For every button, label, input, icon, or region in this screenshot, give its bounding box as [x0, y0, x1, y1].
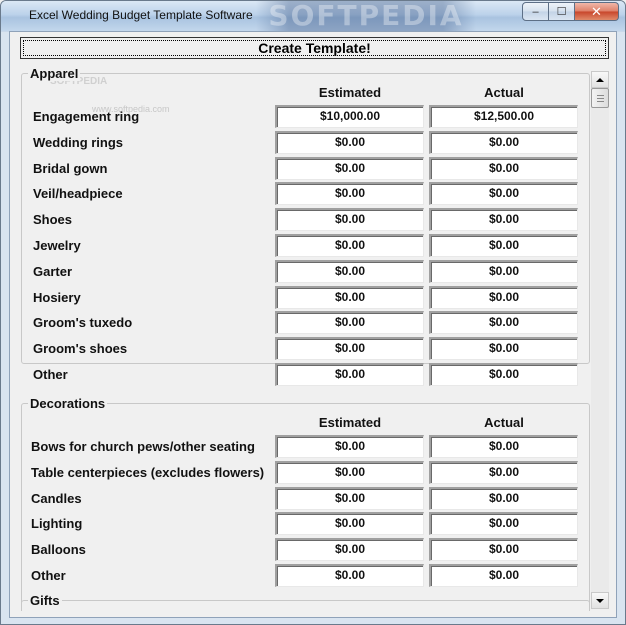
estimated-input[interactable]: $0.00 — [275, 311, 424, 335]
actual-input[interactable]: $0.00 — [429, 512, 578, 536]
window-title: Excel Wedding Budget Template Software — [29, 8, 253, 22]
row-label: Groom's shoes — [33, 341, 128, 357]
actual-input[interactable]: $0.00 — [429, 259, 578, 283]
estimated-input[interactable]: $0.00 — [275, 564, 424, 587]
estimated-input[interactable]: $0.00 — [275, 285, 424, 309]
row-label: Other — [33, 367, 68, 382]
actual-input[interactable]: $0.00 — [429, 538, 578, 562]
estimated-input[interactable]: $0.00 — [275, 182, 424, 206]
actual-column-header: Actual — [484, 85, 524, 100]
decorations-group: Decorations Estimated Actual Bows for ch… — [21, 396, 590, 611]
actual-input[interactable]: $0.00 — [429, 486, 578, 510]
estimated-input[interactable]: $0.00 — [275, 234, 424, 257]
actual-input[interactable]: $0.00 — [429, 156, 578, 180]
maximize-icon: ☐ — [556, 6, 567, 18]
estimated-column-header: Estimated — [318, 415, 382, 430]
decorations-group-title: Decorations — [28, 396, 108, 411]
apparel-group: Apparel Estimated Actual Engagement ring… — [21, 69, 590, 386]
estimated-input[interactable]: $0.00 — [275, 208, 424, 232]
row-label: Shoes — [33, 212, 73, 228]
actual-input[interactable]: $0.00 — [429, 208, 578, 232]
estimated-input[interactable]: $0.00 — [275, 512, 424, 536]
actual-input[interactable]: $0.00 — [429, 285, 578, 309]
minimize-icon: – — [532, 5, 539, 18]
estimated-input[interactable]: $0.00 — [275, 259, 424, 283]
softpedia-watermark: SOFTPEDIA — [256, 1, 476, 31]
actual-input[interactable]: $0.00 — [429, 564, 578, 587]
form-scroll-area: Apparel Estimated Actual Engagement ring… — [19, 69, 611, 611]
minimize-button[interactable]: – — [522, 2, 549, 21]
grip-line-icon — [597, 95, 604, 96]
window-controls: – ☐ ✕ — [522, 2, 619, 21]
row-label: Hosiery — [33, 289, 81, 305]
row-label: Bows for church pews/other seating — [31, 439, 255, 454]
actual-input[interactable]: $0.00 — [429, 363, 578, 386]
actual-column-header: Actual — [484, 415, 524, 430]
grip-line-icon — [597, 98, 604, 99]
actual-input[interactable]: $12,500.00 — [429, 105, 578, 128]
scroll-down-button[interactable] — [591, 592, 609, 609]
grip-line-icon — [597, 101, 604, 102]
client-area: Create Template! SOFTPEDIA www.softpedia… — [9, 31, 617, 618]
estimated-column-header: Estimated — [318, 85, 382, 100]
estimated-input[interactable]: $0.00 — [275, 486, 424, 510]
row-label: Wedding rings — [33, 134, 124, 150]
actual-input[interactable]: $0.00 — [429, 234, 578, 257]
estimated-input[interactable]: $0.00 — [275, 435, 424, 458]
row-label: Balloons — [31, 542, 86, 558]
maximize-button[interactable]: ☐ — [549, 2, 575, 21]
estimated-input[interactable]: $0.00 — [275, 538, 424, 562]
apparel-group-title: Apparel — [28, 69, 81, 81]
actual-input[interactable]: $0.00 — [429, 182, 578, 206]
estimated-input[interactable]: $0.00 — [275, 156, 424, 180]
row-label: Garter — [33, 263, 73, 279]
close-button[interactable]: ✕ — [575, 2, 619, 21]
estimated-input[interactable]: $0.00 — [275, 460, 424, 484]
row-label: Groom's tuxedo — [33, 315, 133, 331]
create-template-button[interactable]: Create Template! — [20, 37, 609, 59]
row-label: Bridal gown — [33, 160, 108, 176]
estimated-input[interactable]: $0.00 — [275, 363, 424, 386]
vertical-scrollbar[interactable] — [591, 71, 609, 609]
title-bar[interactable]: Excel Wedding Budget Template Software S… — [1, 1, 625, 31]
row-label: Table centerpieces (excludes flowers) — [31, 464, 265, 480]
actual-input[interactable]: $0.00 — [429, 311, 578, 335]
close-icon: ✕ — [591, 3, 602, 19]
actual-input[interactable]: $0.00 — [429, 460, 578, 484]
actual-input[interactable]: $0.00 — [429, 130, 578, 154]
estimated-input[interactable]: $10,000.00 — [275, 105, 424, 128]
scroll-thumb[interactable] — [591, 88, 609, 108]
row-label: Lighting — [31, 516, 83, 532]
estimated-input[interactable]: $0.00 — [275, 130, 424, 154]
row-label: Jewelry — [33, 238, 81, 253]
actual-input[interactable]: $0.00 — [429, 337, 578, 361]
estimated-input[interactable]: $0.00 — [275, 337, 424, 361]
arrow-down-icon — [596, 598, 604, 603]
gifts-group-title: Gifts — [28, 593, 62, 608]
row-label: Candles — [31, 490, 82, 506]
gifts-group: Gifts — [21, 593, 590, 611]
row-label: Engagement ring — [33, 109, 140, 124]
row-label: Veil/headpiece — [33, 186, 123, 202]
scroll-up-button[interactable] — [591, 71, 609, 88]
app-window: Excel Wedding Budget Template Software S… — [0, 0, 626, 625]
row-label: Other — [31, 568, 66, 583]
arrow-up-icon — [596, 77, 604, 82]
actual-input[interactable]: $0.00 — [429, 435, 578, 458]
